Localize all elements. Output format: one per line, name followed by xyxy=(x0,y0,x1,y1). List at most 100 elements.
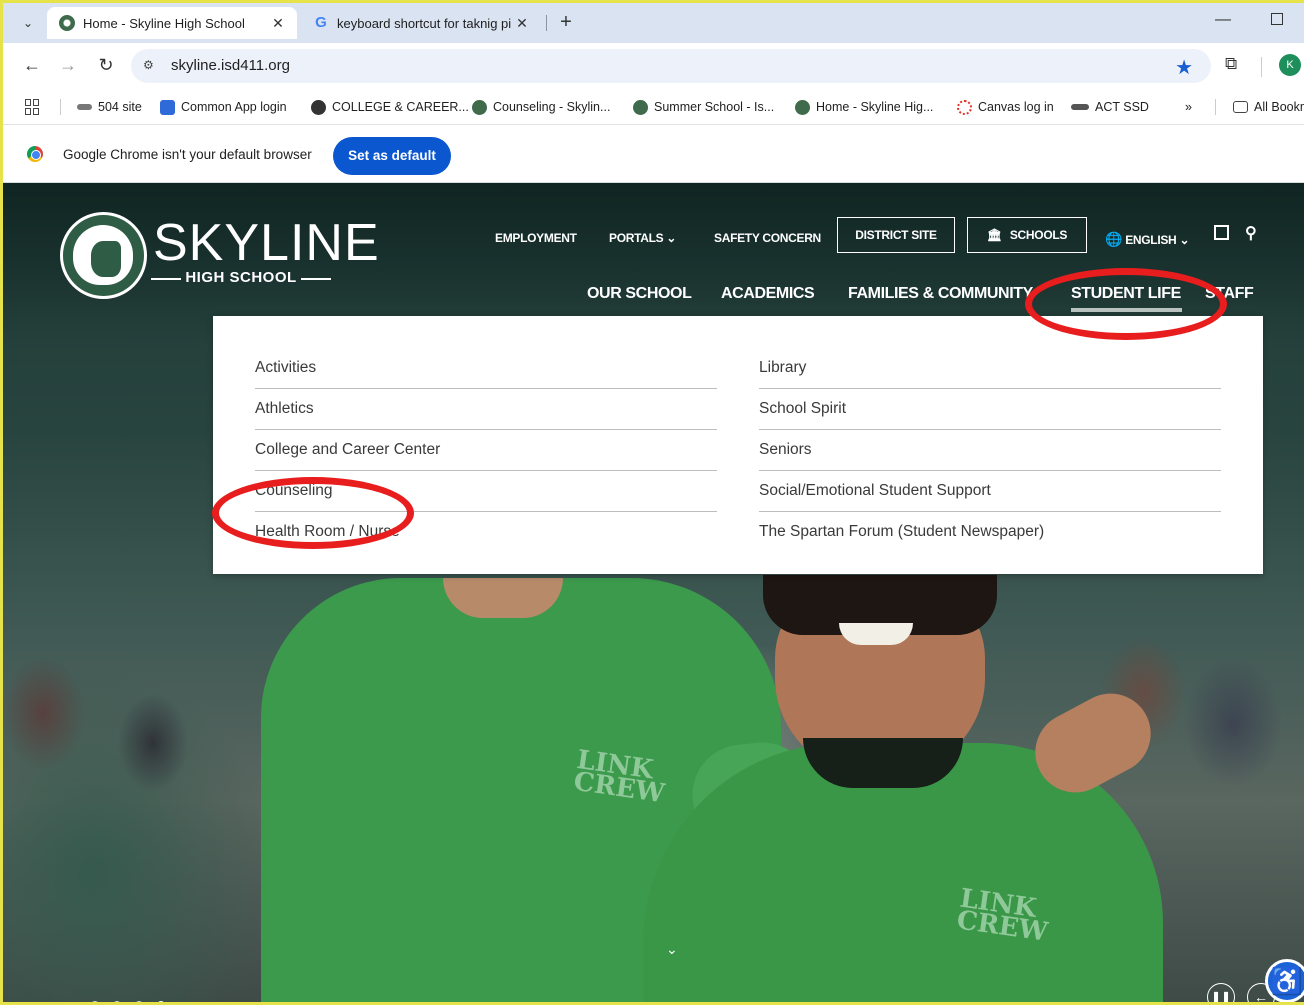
slide-dot[interactable] xyxy=(113,1001,121,1002)
dropdown-item-athletics[interactable]: Athletics xyxy=(255,389,717,430)
spartan-helmet-icon xyxy=(73,225,133,285)
link-crew-print: LINK CREW xyxy=(571,744,667,810)
new-tab-button[interactable]: + xyxy=(555,11,577,34)
nav-our-school[interactable]: OUR SCHOOL xyxy=(587,285,692,303)
tab-title: keyboard shortcut for taknig pi xyxy=(337,15,511,31)
bookmark-counseling[interactable]: Counseling - Skylin... xyxy=(472,97,610,117)
skyline-favicon-icon xyxy=(795,99,810,115)
profile-avatar[interactable]: K xyxy=(1279,54,1301,76)
google-favicon-icon: G xyxy=(315,14,327,31)
slide-dot[interactable] xyxy=(91,1001,99,1002)
slide-dot-active[interactable] xyxy=(157,1001,165,1002)
bookmark-504-site[interactable]: 504 site xyxy=(77,97,142,117)
dropdown-item-social-emotional[interactable]: Social/Emotional Student Support xyxy=(759,471,1221,512)
bookmark-skyline-home[interactable]: Home - Skyline Hig... xyxy=(795,97,933,117)
tab-title: Home - Skyline High School xyxy=(83,15,245,31)
tab-skyline-home[interactable]: Home - Skyline High School ✕ xyxy=(47,7,297,39)
common-app-icon xyxy=(160,99,175,115)
bookmark-summer-school[interactable]: Summer School - Is... xyxy=(633,97,774,117)
tab-close-icon[interactable]: ✕ xyxy=(267,15,289,32)
safety-concern-link[interactable]: SAFETY CONCERN xyxy=(714,231,821,245)
folder-icon xyxy=(1233,101,1248,113)
globe-icon: 🌐 xyxy=(1105,231,1123,247)
dropdown-item-school-spirit[interactable]: School Spirit xyxy=(759,389,1221,430)
language-selector[interactable]: 🌐 ENGLISH ⌄ xyxy=(1105,231,1190,248)
bookmarks-separator xyxy=(1215,99,1216,115)
screenshot-frame: ⌄ Home - Skyline High School ✕ G keyboar… xyxy=(0,0,1304,1005)
restore-window-icon[interactable] xyxy=(1271,13,1283,25)
language-label: ENGLISH xyxy=(1125,233,1177,247)
tab-separator xyxy=(546,15,547,31)
reload-icon[interactable]: ↻ xyxy=(95,55,117,76)
bookmark-canvas[interactable]: Canvas log in xyxy=(957,97,1054,117)
dropdown-item-library[interactable]: Library xyxy=(759,348,1221,389)
student-right-smile xyxy=(839,623,913,645)
schools-button[interactable]: 🏛 SCHOOLS xyxy=(967,217,1087,253)
infobar-message: Google Chrome isn't your default browser xyxy=(63,147,312,162)
bookmark-label: Home - Skyline Hig... xyxy=(816,100,934,114)
bookmark-label: 504 site xyxy=(98,100,142,114)
tab-google-search[interactable]: G keyboard shortcut for taknig pi ✕ xyxy=(301,7,541,39)
tab-close-icon[interactable]: ✕ xyxy=(511,15,533,32)
bookmark-label: Summer School - Is... xyxy=(654,100,775,114)
bookmark-college-career[interactable]: COLLEGE & CAREER... xyxy=(311,97,469,117)
bookmark-label: Canvas log in xyxy=(978,100,1054,114)
accessibility-icon[interactable]: ♿ xyxy=(1265,959,1304,1002)
chrome-logo-icon xyxy=(27,146,43,162)
dropdown-item-seniors[interactable]: Seniors xyxy=(759,430,1221,471)
skyline-favicon-icon xyxy=(59,15,75,31)
bookmark-label: Common App login xyxy=(181,100,287,114)
address-bar[interactable]: ⚙ skyline.isd411.org ★ xyxy=(131,49,1211,83)
portals-label: PORTALS xyxy=(609,231,664,245)
browser-toolbar: ← → ↻ ⚙ skyline.isd411.org ★ xyxy=(3,43,1304,89)
bookmark-act-ssd[interactable]: ACT SSD xyxy=(1071,97,1149,117)
scroll-down-chevron-icon[interactable]: ⌄ xyxy=(666,941,678,958)
nav-families-community[interactable]: FAMILIES & COMMUNITY xyxy=(848,285,1034,303)
chevron-down-icon: ⌄ xyxy=(666,231,677,245)
school-subtitle: HIGH SCHOOL xyxy=(151,269,331,286)
annotation-circle-counseling xyxy=(212,477,414,549)
set-default-button[interactable]: Set as default xyxy=(333,137,451,175)
cloud-icon xyxy=(77,104,92,110)
search-icon[interactable]: ⚲ xyxy=(1245,223,1257,243)
site-info-icon[interactable]: ⚙ xyxy=(143,58,161,74)
student-right-collar xyxy=(803,738,963,788)
school-name[interactable]: SKYLINE xyxy=(153,215,380,271)
district-site-button[interactable]: DISTRICT SITE xyxy=(837,217,955,253)
skyline-favicon-icon xyxy=(472,99,487,115)
chevron-down-icon: ⌄ xyxy=(1179,233,1190,247)
schools-label: SCHOOLS xyxy=(1009,228,1068,242)
apps-grid-icon[interactable] xyxy=(25,99,41,115)
dropdown-item-college-career[interactable]: College and Career Center xyxy=(255,430,717,471)
all-bookmarks-label: All Bookm xyxy=(1254,100,1304,114)
act-logo-icon xyxy=(1071,104,1089,110)
bookmark-common-app[interactable]: Common App login xyxy=(160,97,287,117)
canvas-icon xyxy=(957,99,972,115)
tab-search-chevron-icon[interactable]: ⌄ xyxy=(17,13,39,33)
bookmarks-overflow-button[interactable]: » xyxy=(1185,97,1192,117)
globe-icon xyxy=(311,99,326,115)
nav-academics[interactable]: ACADEMICS xyxy=(721,285,815,303)
slide-dot[interactable] xyxy=(135,1001,143,1002)
bookmark-label: COLLEGE & CAREER... xyxy=(332,100,469,114)
forward-arrow-icon[interactable]: → xyxy=(57,55,79,76)
bookmarks-separator xyxy=(60,99,61,115)
back-arrow-icon[interactable]: ← xyxy=(21,55,43,76)
bookmark-label: Counseling - Skylin... xyxy=(493,100,611,114)
minimize-icon[interactable]: — xyxy=(1215,11,1231,29)
toolbar-separator xyxy=(1261,57,1262,77)
slide-indicators xyxy=(91,1001,165,1002)
skyline-favicon-icon xyxy=(633,99,648,115)
pause-icon[interactable]: ❚❚ xyxy=(1207,983,1235,1002)
school-building-icon: 🏛 xyxy=(986,228,1002,242)
employment-link[interactable]: EMPLOYMENT xyxy=(495,231,577,245)
annotation-circle-student-life xyxy=(1025,268,1227,340)
bookmark-star-icon[interactable]: ★ xyxy=(1175,55,1193,80)
all-bookmarks-button[interactable]: All Bookm xyxy=(1233,97,1304,117)
bookmark-label: ACT SSD xyxy=(1095,100,1149,114)
dropdown-item-activities[interactable]: Activities xyxy=(255,348,717,389)
extensions-puzzle-icon[interactable]: ⧉ xyxy=(1225,54,1237,74)
calendar-icon[interactable] xyxy=(1214,225,1229,240)
dropdown-item-spartan-forum[interactable]: The Spartan Forum (Student Newspaper) xyxy=(759,512,1221,553)
portals-menu[interactable]: PORTALS ⌄ xyxy=(609,231,676,245)
